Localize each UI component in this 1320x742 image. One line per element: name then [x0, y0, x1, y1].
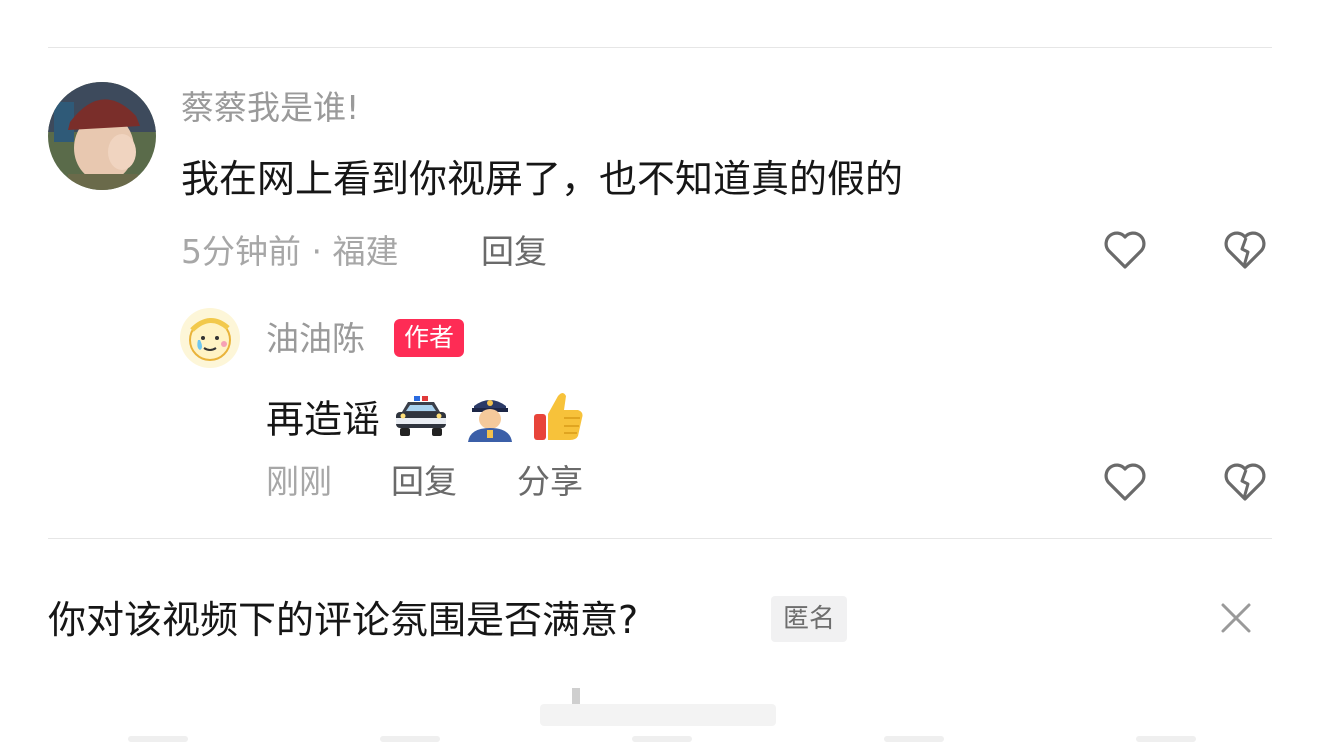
- thumbs-up-icon: [530, 388, 588, 456]
- dislike-button[interactable]: [1221, 226, 1269, 274]
- close-survey-button[interactable]: [1218, 600, 1254, 636]
- reply-reply-button[interactable]: 回复: [391, 462, 457, 502]
- comment-meta: 5分钟前 · 福建: [181, 232, 399, 271]
- rating-option[interactable]: [632, 736, 692, 742]
- rating-option[interactable]: [884, 736, 944, 742]
- top-divider: [48, 47, 1272, 48]
- comment-username[interactable]: 蔡蔡我是谁!: [181, 88, 359, 128]
- reply-text: 再造谣: [266, 397, 381, 442]
- rating-option[interactable]: [128, 736, 188, 742]
- broken-heart-icon: [1224, 231, 1266, 269]
- rating-slider-track[interactable]: [540, 704, 776, 726]
- broken-heart-icon: [1224, 463, 1266, 501]
- reply-avatar-image: [180, 308, 240, 368]
- anonymous-tag: 匿名: [771, 596, 848, 642]
- user-avatar-image: [48, 82, 156, 190]
- reply-like-button[interactable]: [1101, 458, 1149, 506]
- avatar[interactable]: [48, 82, 156, 190]
- rating-option[interactable]: [1136, 736, 1196, 742]
- reply-time: 刚刚: [266, 462, 332, 501]
- police-officer-icon: [462, 392, 518, 452]
- comment-text: 我在网上看到你视屏了，也不知道真的假的: [181, 157, 904, 201]
- like-button[interactable]: [1101, 226, 1149, 274]
- reply-username[interactable]: 油油陈: [266, 319, 365, 359]
- heart-icon: [1104, 463, 1146, 501]
- reply-avatar[interactable]: [180, 308, 240, 368]
- reply-button[interactable]: 回复: [481, 232, 547, 272]
- section-divider: [48, 538, 1272, 539]
- author-badge: 作者: [394, 319, 465, 357]
- heart-icon: [1104, 231, 1146, 269]
- close-icon: [1221, 603, 1251, 633]
- share-button[interactable]: 分享: [517, 462, 583, 502]
- reply-dislike-button[interactable]: [1221, 458, 1269, 506]
- rating-option[interactable]: [380, 736, 440, 742]
- comment-section: 蔡蔡我是谁! 我在网上看到你视屏了，也不知道真的假的 5分钟前 · 福建 回复 …: [0, 0, 1320, 742]
- reply-text-line: 再造谣: [266, 388, 588, 456]
- survey-question: 你对该视频下的评论氛围是否满意?: [48, 598, 639, 642]
- police-car-icon: [392, 394, 450, 450]
